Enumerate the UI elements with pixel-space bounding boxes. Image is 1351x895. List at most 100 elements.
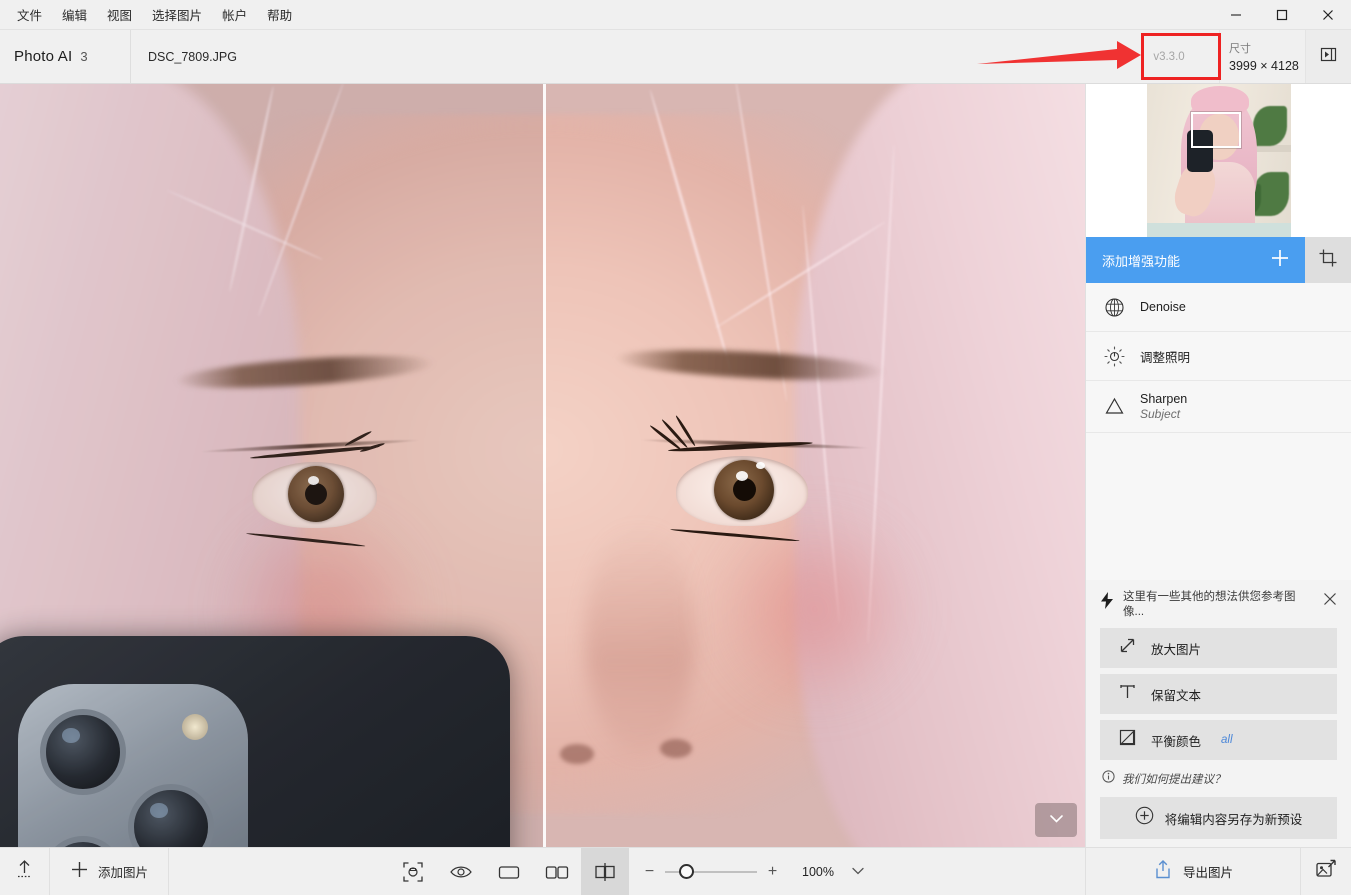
enhancement-row-lighting[interactable]: 调整照明 [1086, 332, 1351, 381]
suggestions-how-text: 我们如何提出建议？ [1122, 774, 1226, 786]
eye-preview-icon[interactable] [437, 848, 485, 895]
canvas-overlay-dropdown[interactable] [1035, 803, 1077, 837]
enhancement-texts: Denoise [1140, 300, 1186, 314]
image-canvas[interactable]: 源语言 [0, 84, 1085, 847]
info-icon [1102, 770, 1115, 788]
chevron-down-icon[interactable] [851, 863, 865, 881]
navigator-viewport-rect[interactable] [1190, 112, 1241, 148]
menu-file[interactable]: 文件 [8, 0, 51, 29]
app-title: Photo AI [14, 48, 73, 65]
image-navigator-thumbnail[interactable] [1146, 84, 1291, 237]
zoom-slider-thumb[interactable] [678, 864, 694, 879]
split-compare-view-icon[interactable] [581, 848, 630, 895]
enhancement-title: Sharpen [1140, 392, 1188, 406]
enhancement-row-sharpen[interactable]: Sharpen Subject [1086, 381, 1351, 433]
panel-empty-space [1086, 433, 1351, 580]
dimensions-value: 3999 × 4128 [1229, 59, 1299, 73]
add-image-button[interactable]: 添加图片 [50, 848, 170, 895]
enhancement-texts: 调整照明 [1140, 347, 1190, 366]
app-header-bar: Photo AI 3 DSC_7809.JPG v3.3.0 尺寸 3999 ×… [0, 30, 1351, 84]
enhancement-title: Denoise [1140, 300, 1186, 314]
image-expand-button[interactable] [1300, 848, 1351, 895]
crop-icon [1318, 248, 1338, 273]
suggestions-header-text: 这里有一些其他的想法供您参考图像... [1123, 591, 1296, 618]
maximize-button[interactable] [1259, 0, 1305, 30]
zoom-out-button[interactable]: − [643, 863, 656, 881]
suggestion-balance-color-button[interactable]: 平衡颜色 all [1100, 720, 1337, 760]
lightning-bolt-icon [1100, 590, 1114, 614]
image-expand-icon [1315, 859, 1337, 885]
text-t-icon [1118, 682, 1137, 706]
denoise-globe-icon [1102, 297, 1126, 318]
plus-icon [1269, 247, 1291, 274]
lighting-icon [1102, 345, 1126, 367]
focus-target-icon[interactable] [389, 848, 437, 895]
upload-button[interactable] [0, 848, 50, 895]
upload-icon [14, 859, 35, 885]
suggestion-badge: all [1221, 734, 1233, 746]
suggestion-upscale-button[interactable]: 放大图片 [1100, 628, 1337, 668]
close-icon[interactable] [1323, 590, 1337, 611]
zoom-level-value: 100% [802, 864, 834, 879]
side-by-side-view-icon[interactable] [533, 848, 581, 895]
add-image-label: 添加图片 [98, 866, 149, 880]
split-divider[interactable] [543, 84, 546, 847]
version-label: v3.3.0 [1153, 50, 1185, 63]
menu-bar: 文件 编辑 视图 选择图片 帐户 帮助 [0, 0, 301, 29]
current-filename: DSC_7809.JPG [148, 49, 237, 64]
brand-block: Photo AI 3 [0, 30, 131, 83]
zoom-controls: − + 100% [643, 863, 865, 881]
suggestion-label: 放大图片 [1151, 642, 1202, 657]
right-sidebar: 添加增强功能 Denoise 调整照明 Sharpen Subject 这里有一… [1085, 84, 1351, 847]
menu-select-image[interactable]: 选择图片 [143, 0, 211, 29]
zoom-slider[interactable] [665, 864, 758, 879]
enhancement-list: Denoise 调整照明 Sharpen Subject [1086, 283, 1351, 433]
menu-help[interactable]: 帮助 [258, 0, 301, 29]
photo-ai-window: 文件 编辑 视图 选择图片 帐户 帮助 Photo AI 3 DSC_7809.… [0, 0, 1351, 895]
suggestion-label: 平衡颜色 [1151, 734, 1202, 749]
export-share-icon [1153, 859, 1173, 885]
window-controls [1213, 0, 1351, 30]
enhancement-texts: Sharpen Subject [1140, 392, 1187, 421]
enhancement-row-denoise[interactable]: Denoise [1086, 283, 1351, 332]
filename-block: DSC_7809.JPG [131, 30, 1119, 83]
suggestions-panel: 这里有一些其他的想法供您参考图像... 放大图片 保留文本 平衡颜色 all 我… [1086, 580, 1351, 847]
single-view-icon[interactable] [485, 848, 533, 895]
suggestions-header: 这里有一些其他的想法供您参考图像... [1100, 580, 1337, 628]
chevron-down-icon [1049, 811, 1064, 829]
add-enhancement-label: 添加增强功能 [1102, 253, 1181, 269]
split-left-region [0, 84, 543, 847]
portrait-photo: 源语言 [0, 84, 1085, 847]
menu-edit[interactable]: 编辑 [53, 0, 96, 29]
save-as-preset-label: 将编辑内容另存为新预设 [1164, 812, 1303, 827]
suggestion-preserve-text-button[interactable]: 保留文本 [1100, 674, 1337, 714]
image-count-badge: 3 [80, 49, 88, 64]
minimize-button[interactable] [1213, 0, 1259, 30]
save-as-preset-button[interactable]: 将编辑内容另存为新预设 [1100, 797, 1337, 839]
bottom-toolbar: 添加图片 − + 100% 导出图片 [0, 847, 1351, 895]
crop-tool-button[interactable] [1305, 237, 1351, 283]
close-button[interactable] [1305, 0, 1351, 30]
dimensions-block: 尺寸 3999 × 4128 [1219, 30, 1305, 83]
zoom-in-button[interactable]: + [766, 863, 779, 881]
add-enhancement-header[interactable]: 添加增强功能 [1086, 237, 1351, 283]
add-enhancement-button[interactable] [1255, 247, 1305, 274]
menu-account[interactable]: 帐户 [213, 0, 256, 29]
panel-collapse-button[interactable] [1305, 30, 1351, 83]
plus-icon [70, 860, 89, 884]
version-badge: v3.3.0 [1119, 30, 1219, 83]
navigator-panel[interactable] [1086, 84, 1351, 237]
title-bar: 文件 编辑 视图 选择图片 帐户 帮助 [0, 0, 1351, 30]
upscale-arrows-icon [1118, 636, 1137, 660]
plus-circle-icon [1135, 806, 1154, 830]
suggestions-how-row[interactable]: 我们如何提出建议？ [1100, 766, 1337, 797]
suggestion-label: 保留文本 [1151, 688, 1202, 703]
panel-collapse-icon [1319, 45, 1338, 69]
enhancement-title: 调整照明 [1140, 350, 1191, 365]
menu-view[interactable]: 视图 [98, 0, 141, 29]
export-image-button[interactable]: 导出图片 [1085, 848, 1300, 895]
export-image-label: 导出图片 [1182, 866, 1233, 880]
sharpen-triangle-icon [1102, 396, 1126, 417]
view-controls: − + 100% [169, 848, 1085, 895]
balance-color-icon [1118, 728, 1137, 752]
